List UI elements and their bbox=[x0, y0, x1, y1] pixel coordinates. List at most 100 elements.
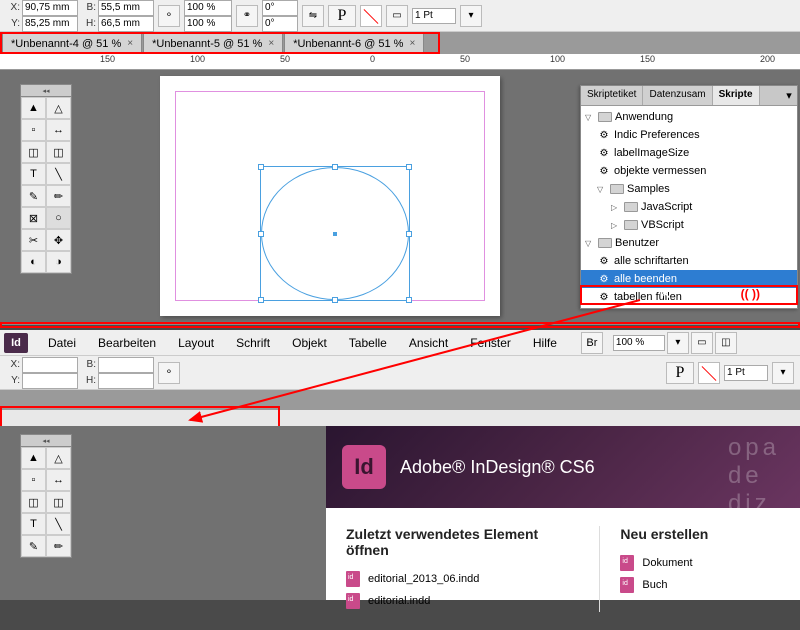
tree-script-labelimagesize[interactable]: labelImageSize bbox=[581, 144, 797, 162]
resize-handle[interactable] bbox=[258, 164, 264, 170]
doc-tab-3[interactable]: *Unbenannt-6 @ 51 %× bbox=[284, 33, 424, 53]
free-transform-tool[interactable]: ✥ bbox=[46, 229, 71, 251]
menu-hilfe[interactable]: Hilfe bbox=[523, 332, 567, 354]
new-book[interactable]: Buch bbox=[620, 574, 780, 596]
constrain-icon[interactable]: ⚬ bbox=[158, 362, 180, 384]
scissors-tool[interactable]: ✂ bbox=[21, 229, 46, 251]
tree-folder-javascript[interactable]: ▷JavaScript bbox=[581, 198, 797, 216]
bridge-button[interactable]: Br bbox=[581, 332, 603, 354]
panel-collapse-icon[interactable] bbox=[21, 85, 71, 97]
h-input-2[interactable] bbox=[98, 373, 154, 389]
x-input-2[interactable] bbox=[22, 357, 78, 373]
zoom-input[interactable] bbox=[613, 335, 665, 351]
content-placer-tool[interactable]: ◫ bbox=[46, 141, 71, 163]
rotate-input[interactable] bbox=[262, 0, 298, 16]
content-collector-tool[interactable]: ◫ bbox=[21, 491, 46, 513]
arrange-docs-icon[interactable]: ◫ bbox=[715, 332, 737, 354]
type-tool[interactable]: T bbox=[21, 513, 46, 535]
selection-tool[interactable]: ▲ bbox=[21, 97, 46, 119]
panel-tab-skripte[interactable]: Skripte bbox=[713, 86, 760, 105]
resize-handle[interactable] bbox=[258, 297, 264, 303]
tree-script-tabellen-fuellen[interactable]: tabellen füllen bbox=[581, 288, 797, 306]
close-icon[interactable]: × bbox=[127, 38, 133, 49]
menu-bearbeiten[interactable]: Bearbeiten bbox=[88, 332, 166, 354]
tree-script-alle-schriftarten[interactable]: alle schriftarten bbox=[581, 252, 797, 270]
pen-tool[interactable]: ✎ bbox=[21, 185, 46, 207]
line-tool[interactable]: ╲ bbox=[46, 163, 71, 185]
new-document[interactable]: Dokument bbox=[620, 552, 780, 574]
direct-selection-tool[interactable]: △ bbox=[46, 447, 71, 469]
canvas[interactable] bbox=[90, 70, 575, 323]
close-icon[interactable]: × bbox=[409, 38, 415, 49]
page-tool[interactable]: ▫ bbox=[21, 469, 46, 491]
tree-folder-vbscript[interactable]: ▷VBScript bbox=[581, 216, 797, 234]
scale-y-input[interactable] bbox=[184, 16, 232, 32]
pencil-tool[interactable]: ✏ bbox=[46, 535, 71, 557]
gradient-feather-tool[interactable]: ◑ bbox=[46, 251, 71, 273]
view-options-icon[interactable]: ▾ bbox=[667, 332, 689, 354]
resize-handle[interactable] bbox=[406, 297, 412, 303]
tree-folder-anwendung[interactable]: ▽Anwendung bbox=[581, 108, 797, 126]
ellipse-tool[interactable]: ○ bbox=[46, 207, 71, 229]
menu-layout[interactable]: Layout bbox=[168, 332, 224, 354]
y-input[interactable] bbox=[22, 16, 78, 32]
scale-x-input[interactable] bbox=[184, 0, 232, 16]
selected-ellipse-frame[interactable] bbox=[260, 166, 410, 301]
gap-tool[interactable]: ↔ bbox=[46, 119, 71, 141]
flip-h-icon[interactable]: ⇋ bbox=[302, 5, 324, 27]
content-collector-tool[interactable]: ◫ bbox=[21, 141, 46, 163]
y-input-2[interactable] bbox=[22, 373, 78, 389]
page-tool[interactable]: ▫ bbox=[21, 119, 46, 141]
resize-handle[interactable] bbox=[406, 231, 412, 237]
rectangle-frame-tool[interactable]: ⊠ bbox=[21, 207, 46, 229]
resize-handle[interactable] bbox=[258, 231, 264, 237]
panel-tab-datenzusammen[interactable]: Datenzusam bbox=[643, 86, 712, 105]
menu-datei[interactable]: Datei bbox=[38, 332, 86, 354]
w-input-2[interactable] bbox=[98, 357, 154, 373]
selection-tool[interactable]: ▲ bbox=[21, 447, 46, 469]
resize-handle[interactable] bbox=[332, 297, 338, 303]
doc-tab-1[interactable]: *Unbenannt-4 @ 51 %× bbox=[2, 33, 142, 53]
h-input[interactable] bbox=[98, 16, 154, 32]
stroke-swatch[interactable]: ▭ bbox=[386, 5, 408, 27]
fill-swatch[interactable] bbox=[360, 5, 382, 27]
panel-collapse-icon[interactable] bbox=[21, 435, 71, 447]
line-tool[interactable]: ╲ bbox=[46, 513, 71, 535]
pencil-tool[interactable]: ✏ bbox=[46, 185, 71, 207]
menu-schrift[interactable]: Schrift bbox=[226, 332, 280, 354]
stroke-weight-2[interactable] bbox=[724, 365, 768, 381]
x-input[interactable] bbox=[22, 0, 78, 16]
tree-script-indic[interactable]: Indic Preferences bbox=[581, 126, 797, 144]
recent-file-2[interactable]: editorial.indd bbox=[346, 590, 569, 612]
tree-folder-samples[interactable]: ▽Samples bbox=[581, 180, 797, 198]
gap-tool[interactable]: ↔ bbox=[46, 469, 71, 491]
content-placer-tool[interactable]: ◫ bbox=[46, 491, 71, 513]
paragraph-style-icon[interactable]: P bbox=[666, 362, 694, 384]
resize-handle[interactable] bbox=[332, 164, 338, 170]
tree-folder-benutzer[interactable]: ▽Benutzer bbox=[581, 234, 797, 252]
paragraph-style-icon[interactable]: P bbox=[328, 5, 356, 27]
type-tool[interactable]: T bbox=[21, 163, 46, 185]
indesign-logo-icon[interactable]: Id bbox=[4, 333, 28, 353]
tree-script-alle-beenden[interactable]: alle beenden bbox=[581, 270, 797, 288]
menu-objekt[interactable]: Objekt bbox=[282, 332, 337, 354]
doc-tab-2[interactable]: *Unbenannt-5 @ 51 %× bbox=[143, 33, 283, 53]
fill-swatch-2[interactable] bbox=[698, 362, 720, 384]
direct-selection-tool[interactable]: △ bbox=[46, 97, 71, 119]
gradient-tool[interactable]: ◐ bbox=[21, 251, 46, 273]
screen-mode-icon[interactable]: ▭ bbox=[691, 332, 713, 354]
tree-script-objekte-vermessen[interactable]: objekte vermessen bbox=[581, 162, 797, 180]
stroke-weight-input[interactable] bbox=[412, 8, 456, 24]
menu-fenster[interactable]: Fenster bbox=[460, 332, 521, 354]
constrain-icon[interactable]: ⚬ bbox=[158, 5, 180, 27]
pen-tool[interactable]: ✎ bbox=[21, 535, 46, 557]
shear-input[interactable] bbox=[262, 16, 298, 32]
panel-tab-skriptetikett[interactable]: Skriptetiket bbox=[581, 86, 643, 105]
menu-ansicht[interactable]: Ansicht bbox=[399, 332, 458, 354]
panel-menu-icon[interactable]: ▾ bbox=[781, 86, 797, 105]
more-options-icon[interactable]: ▾ bbox=[460, 5, 482, 27]
w-input[interactable] bbox=[98, 0, 154, 16]
recent-file-1[interactable]: editorial_2013_06.indd bbox=[346, 568, 569, 590]
close-icon[interactable]: × bbox=[268, 38, 274, 49]
more-options-icon[interactable]: ▾ bbox=[772, 362, 794, 384]
